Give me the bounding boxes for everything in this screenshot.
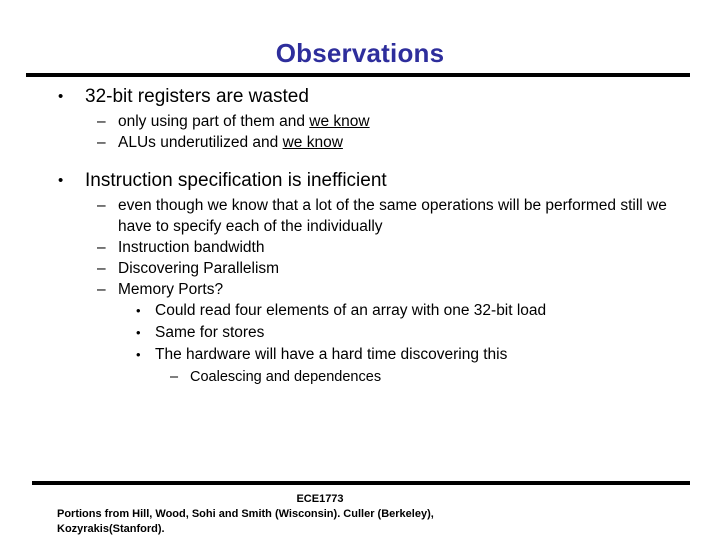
bullet-level2-memory-ports: – Memory Ports? <box>0 279 720 300</box>
footer-divider-rule <box>32 481 690 485</box>
dash-marker-icon: – <box>97 260 106 277</box>
bullet-level2-alus: – ALUs underutilized and we know <box>0 132 720 153</box>
page-title: Observations <box>275 38 445 68</box>
title-divider-rule <box>26 73 690 77</box>
bullet-text-underlined: we know <box>282 134 343 151</box>
dash-marker-icon: – <box>97 113 106 130</box>
bullet-text: Instruction specification is inefficient <box>85 170 387 191</box>
dash-marker-icon: – <box>97 281 106 298</box>
bullet-level1-registers: • 32-bit registers are wasted <box>0 84 720 109</box>
slide: Observations • 32-bit registers are wast… <box>0 0 720 540</box>
bullet-level3-hardware-hard-time: • The hardware will have a hard time dis… <box>0 344 720 366</box>
bullet-level3-could-read: • Could read four elements of an array w… <box>0 300 720 322</box>
bullet-text: Same for stores <box>155 324 265 341</box>
footer-credits: Portions from Hill, Wood, Sohi and Smith… <box>57 507 677 537</box>
dash-marker-icon: – <box>97 239 106 256</box>
bullet-text: 32-bit registers are wasted <box>85 86 309 107</box>
bullet-level2-even-though: – even though we know that a lot of the … <box>0 195 720 237</box>
bullet-marker-icon: • <box>58 88 64 105</box>
bullet-text: Instruction bandwidth <box>118 239 265 256</box>
bullet-text: even though we know that a lot of the sa… <box>118 197 667 235</box>
footer-credits-line2: Kozyrakis(Stanford). <box>57 523 165 535</box>
footer-credits-line1: Portions from Hill, Wood, Sohi and Smith… <box>57 508 434 520</box>
bullet-text-underlined: we know <box>309 113 370 130</box>
bullet-level2-instruction-bandwidth: – Instruction bandwidth <box>0 237 720 258</box>
bullet-text: only using part of them and we know <box>118 111 370 132</box>
bullet-level1-instruction-spec: • Instruction specification is inefficie… <box>0 168 720 193</box>
bullet-text: Discovering Parallelism <box>118 260 280 277</box>
bullet-text: The hardware will have a hard time disco… <box>155 346 508 363</box>
bullet-marker-icon: • <box>136 325 141 340</box>
dash-marker-icon: – <box>170 369 179 385</box>
dash-marker-icon: – <box>97 197 106 214</box>
bullet-level2-discovering-parallelism: – Discovering Parallelism <box>0 258 720 279</box>
slide-body: • 32-bit registers are wasted – only usi… <box>0 84 720 388</box>
bullet-level4-coalescing: – Coalescing and dependences <box>0 366 720 388</box>
bullet-text-plain: ALUs underutilized and <box>118 134 283 151</box>
footer-course-code: ECE1773 <box>296 493 344 505</box>
bullet-text: ALUs underutilized and we know <box>118 132 343 153</box>
footer: ECE1773 Portions from Hill, Wood, Sohi a… <box>0 492 720 535</box>
bullet-text: Memory Ports? <box>118 281 224 298</box>
bullet-text-plain: only using part of them and <box>118 113 310 130</box>
bullet-marker-icon: • <box>136 303 141 318</box>
bullet-level3-same-for-stores: • Same for stores <box>0 322 720 344</box>
bullet-text: Could read four elements of an array wit… <box>155 302 547 319</box>
bullet-text: Coalescing and dependences <box>190 369 382 385</box>
dash-marker-icon: – <box>97 134 106 151</box>
bullet-level2-only-using: – only using part of them and we know <box>0 111 720 132</box>
bullet-marker-icon: • <box>58 172 64 189</box>
bullet-marker-icon: • <box>136 347 141 362</box>
